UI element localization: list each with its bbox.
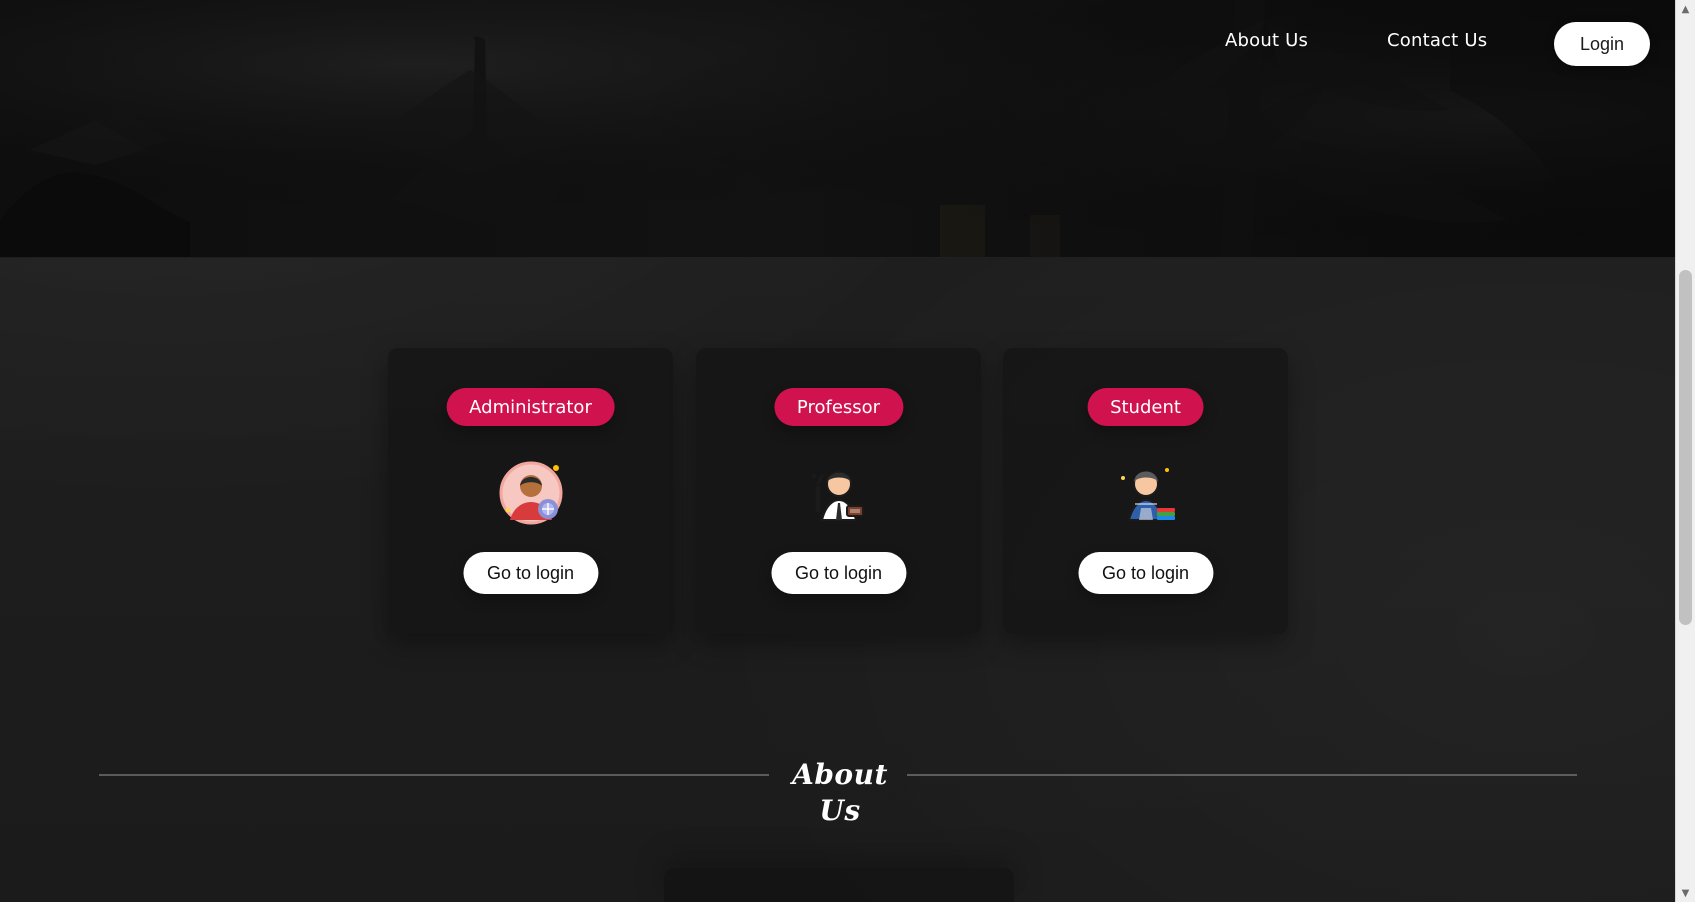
role-badge-professor: Professor [773,388,904,426]
nav-about-us-link[interactable]: About Us [1225,30,1308,52]
about-divider-left [99,774,769,776]
page: About Us Contact Us Login Administrator [0,0,1695,902]
nav-contact-us-link[interactable]: Contact Us [1387,30,1487,52]
role-badge-administrator: Administrator [446,388,615,426]
scroll-up-icon[interactable]: ▲ [1676,0,1695,18]
nav-login-button[interactable]: Login [1554,22,1650,66]
professor-avatar-icon [794,448,884,538]
top-navigation: About Us Contact Us Login [0,0,1676,86]
about-us-title: About Us [792,758,888,827]
role-card-student: Student Go to login [1003,348,1288,634]
go-to-login-button-student[interactable]: Go to login [1077,552,1214,594]
scrollbar-thumb[interactable] [1679,270,1692,625]
student-avatar-icon [1101,448,1191,538]
scroll-down-icon[interactable]: ▼ [1676,884,1695,902]
hero-header: About Us Contact Us Login [0,0,1676,258]
role-card-professor: Professor Go to login [696,348,981,634]
go-to-login-button-professor[interactable]: Go to login [770,552,907,594]
admin-avatar-icon [486,448,576,538]
go-to-login-button-administrator[interactable]: Go to login [462,552,599,594]
about-divider-right [907,774,1577,776]
role-card-administrator: Administrator Go to login [388,348,673,634]
role-badge-student: Student [1087,388,1204,426]
role-cards: Administrator Go to login Professor Go t… [388,348,1288,634]
content-panel-peek [664,868,1014,902]
about-us-section-header: About Us [99,757,1577,827]
vertical-scrollbar[interactable]: ▲ ▼ [1675,0,1695,902]
